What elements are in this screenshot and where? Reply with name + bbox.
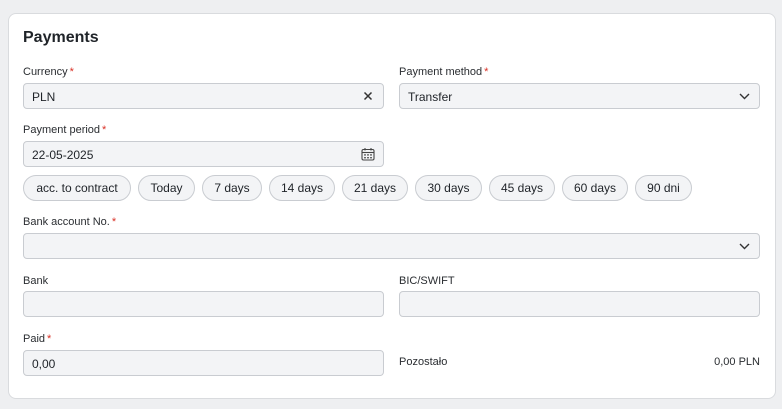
chip-60-days[interactable]: 60 days <box>562 175 628 201</box>
bank-account-select[interactable] <box>23 233 760 259</box>
payment-period-label-text: Payment period <box>23 124 101 136</box>
chip-14-days[interactable]: 14 days <box>269 175 335 201</box>
payment-period-label: Payment period * <box>23 124 106 136</box>
chevron-down-icon <box>737 239 751 253</box>
currency-label-text: Currency <box>23 66 68 78</box>
payments-card <box>8 13 776 399</box>
chip-30-days[interactable]: 30 days <box>415 175 482 201</box>
chip-21-days[interactable]: 21 days <box>342 175 408 201</box>
required-mark: * <box>69 66 74 78</box>
payment-period-date-input[interactable]: 22-05-2025 <box>23 141 384 167</box>
bic-swift-field[interactable] <box>399 291 760 317</box>
chip-90-dni[interactable]: 90 dni <box>635 175 692 201</box>
paid-label: Paid * <box>23 333 51 345</box>
section-title: Payments <box>23 29 99 46</box>
paid-label-text: Paid <box>23 333 46 345</box>
bic-swift-label: BIC/SWIFT <box>399 275 455 287</box>
bank-account-label: Bank account No. * <box>23 216 116 228</box>
bank-account-label-text: Bank account No. <box>23 216 110 228</box>
calendar-icon[interactable] <box>361 147 375 161</box>
remaining-label: Pozostało <box>399 356 448 368</box>
currency-field[interactable]: PLN <box>23 83 384 109</box>
chip-acc-to-contract[interactable]: acc. to contract <box>23 175 131 201</box>
currency-label: Currency * <box>23 66 74 78</box>
payment-period-value: 22-05-2025 <box>32 148 94 162</box>
currency-value: PLN <box>32 90 56 104</box>
payment-method-value: Transfer <box>408 90 453 104</box>
paid-input[interactable]: 0,00 <box>23 350 384 376</box>
chip-45-days[interactable]: 45 days <box>489 175 555 201</box>
payment-method-label-text: Payment method <box>399 66 483 78</box>
required-mark: * <box>484 66 489 78</box>
payment-method-select[interactable]: Transfer <box>399 83 760 109</box>
chip-7-days[interactable]: 7 days <box>202 175 262 201</box>
required-mark: * <box>102 124 107 136</box>
payment-method-label: Payment method * <box>399 66 488 78</box>
remaining-value: 0,00 PLN <box>714 356 760 368</box>
bank-label: Bank <box>23 275 49 287</box>
required-mark: * <box>47 333 52 345</box>
required-mark: * <box>111 216 117 228</box>
paid-value: 0,00 <box>32 357 56 371</box>
chip-today[interactable]: Today <box>138 175 195 201</box>
close-icon[interactable] <box>361 89 375 103</box>
bank-field[interactable] <box>23 291 384 317</box>
chevron-down-icon <box>737 89 751 103</box>
